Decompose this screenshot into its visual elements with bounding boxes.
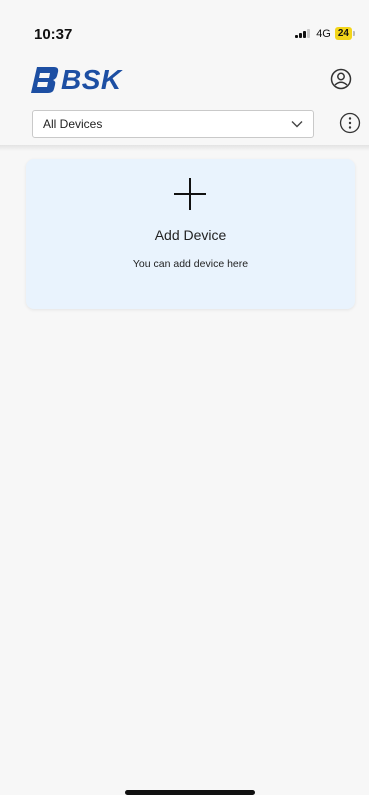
add-device-title: Add Device <box>154 227 227 243</box>
status-indicators: 4G 24 <box>295 27 355 40</box>
home-indicator <box>125 790 255 795</box>
battery-level: 24 <box>334 27 352 40</box>
add-device-subtitle: You can add device here <box>132 258 249 270</box>
network-type: 4G <box>316 27 331 40</box>
logo-text: BSK <box>61 64 122 95</box>
filter-row: All Devices <box>0 108 369 144</box>
plus-icon <box>174 178 206 210</box>
status-time: 10:37 <box>34 26 73 43</box>
chevron-down-icon <box>291 121 303 128</box>
logo: BSK <box>26 64 122 96</box>
battery-icon: 24 <box>334 27 355 40</box>
app-header: BSK <box>0 60 369 100</box>
signal-icon <box>295 29 311 38</box>
more-options-icon[interactable] <box>339 112 361 134</box>
device-filter-dropdown[interactable]: All Devices <box>32 110 314 138</box>
header-divider <box>0 145 369 151</box>
status-bar: 10:37 4G 24 <box>0 0 369 60</box>
logo-mark-icon <box>31 67 59 93</box>
device-filter-value: All Devices <box>43 117 103 131</box>
add-device-card[interactable]: Add Device You can add device here <box>26 159 355 309</box>
account-icon[interactable] <box>330 68 352 90</box>
